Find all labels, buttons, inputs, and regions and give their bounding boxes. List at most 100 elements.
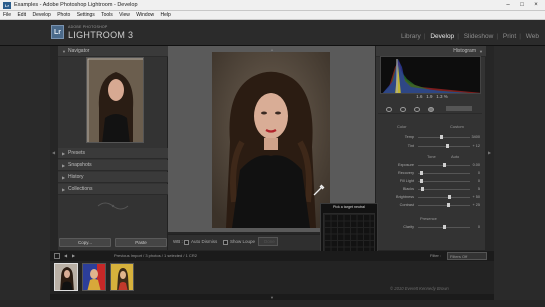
- slider-knob[interactable]: [443, 163, 446, 167]
- show-loupe-checkbox[interactable]: [223, 240, 228, 245]
- slider-knob[interactable]: [440, 135, 444, 139]
- done-button[interactable]: Done: [264, 239, 275, 244]
- slider-knob[interactable]: [419, 179, 423, 183]
- menu-edit[interactable]: Edit: [17, 12, 26, 18]
- top-panel-toggle-icon[interactable]: ▲: [270, 47, 274, 52]
- slider-temp[interactable]: Temp 3400: [378, 134, 482, 140]
- histo-value-3: 1.3: [436, 94, 443, 99]
- menu-photo[interactable]: Photo: [57, 12, 70, 18]
- module-library[interactable]: Library: [401, 33, 421, 40]
- slider-label: Blacks: [402, 187, 414, 191]
- slider-track[interactable]: [418, 181, 470, 182]
- slider-track[interactable]: [418, 189, 470, 190]
- paste-settings-button[interactable]: Paste: [115, 238, 167, 247]
- main-photo[interactable]: [212, 52, 330, 228]
- slider-track[interactable]: [418, 137, 470, 138]
- filmstrip-toggle-icon[interactable]: ▼: [270, 295, 274, 300]
- history-header[interactable]: ▶ History: [58, 172, 168, 183]
- slider-value[interactable]: 3400: [466, 134, 480, 140]
- slider-tint[interactable]: Tint + 12: [378, 143, 482, 149]
- module-print[interactable]: Print: [503, 33, 516, 40]
- slider-knob[interactable]: [421, 187, 425, 191]
- module-slideshow[interactable]: Slideshow: [464, 33, 494, 40]
- menu-file[interactable]: File: [3, 12, 11, 18]
- histogram-graph[interactable]: [380, 56, 481, 94]
- collections-label: Collections: [68, 186, 93, 192]
- slider-blacks[interactable]: Blacks 5: [378, 186, 482, 192]
- right-margin: [494, 46, 545, 300]
- close-button[interactable]: ×: [529, 1, 543, 10]
- menu-settings[interactable]: Settings: [77, 12, 95, 18]
- slider-recovery[interactable]: Recovery 0: [378, 170, 482, 176]
- slider-value[interactable]: 0: [466, 170, 480, 176]
- slider-knob[interactable]: [447, 203, 451, 207]
- menu-develop[interactable]: Develop: [32, 12, 50, 18]
- collapse-triangle-icon: ▼: [62, 49, 66, 54]
- collections-header[interactable]: ▶ Collections: [58, 184, 168, 195]
- menu-window[interactable]: Window: [136, 12, 154, 18]
- left-panel-toggle-icon[interactable]: ◀: [52, 150, 55, 155]
- slider-knob[interactable]: [443, 225, 446, 229]
- forward-arrow-icon[interactable]: ▶: [72, 251, 75, 261]
- right-panel-toggle-icon[interactable]: ▶: [488, 150, 491, 155]
- slider-value[interactable]: 5: [466, 186, 480, 192]
- adjustment-brush-icon[interactable]: [446, 106, 472, 111]
- slider-brightness[interactable]: Brightness + 50: [378, 194, 482, 200]
- copy-settings-button[interactable]: Copy...: [59, 238, 111, 247]
- slider-track[interactable]: [418, 205, 470, 206]
- slider-knob[interactable]: [448, 195, 452, 199]
- slider-value[interactable]: 0: [466, 178, 480, 184]
- filmstrip-thumbnail[interactable]: [110, 263, 134, 291]
- module-web[interactable]: Web: [526, 33, 539, 40]
- lightroom-window: Lr Examples - Adobe Photoshop Lightroom …: [0, 0, 545, 307]
- auto-dismiss-label: Auto Dismiss: [191, 239, 218, 244]
- profile-select[interactable]: Custom: [450, 124, 464, 129]
- slider-exposure[interactable]: Exposure 0.00: [378, 162, 482, 168]
- slider-value[interactable]: 0: [466, 224, 480, 230]
- menu-tools[interactable]: Tools: [101, 12, 113, 18]
- slider-track[interactable]: [418, 173, 470, 174]
- slider-value[interactable]: + 25: [466, 202, 481, 208]
- menu-view[interactable]: View: [119, 12, 130, 18]
- snapshots-header[interactable]: ▶ Snapshots: [58, 160, 168, 171]
- auto-tone-button[interactable]: Auto: [451, 154, 459, 159]
- navigator-preview[interactable]: [86, 57, 144, 143]
- treatment-color[interactable]: Color: [397, 124, 407, 129]
- slider-value[interactable]: + 50: [466, 194, 481, 200]
- back-arrow-icon[interactable]: ◀: [64, 251, 67, 261]
- slider-label: Clarity: [403, 225, 414, 229]
- graduated-filter-icon[interactable]: [428, 107, 434, 112]
- title-bar: Lr Examples - Adobe Photoshop Lightroom …: [0, 0, 545, 11]
- panel-end-ornament-icon: [97, 202, 129, 210]
- menu-help[interactable]: Help: [160, 12, 170, 18]
- slider-value[interactable]: + 12: [466, 143, 481, 149]
- filmstrip-thumbnail[interactable]: [54, 263, 78, 291]
- filter-select[interactable]: Filters Off: [447, 252, 487, 260]
- slider-fill-light[interactable]: Fill Light 0: [378, 178, 482, 184]
- grid-view-icon[interactable]: [54, 253, 60, 259]
- loupe-title: Pick a target neutral: [333, 205, 365, 209]
- slider-value[interactable]: 0.00: [466, 162, 480, 168]
- red-eye-icon[interactable]: [414, 107, 420, 112]
- slider-label: Temp: [404, 135, 414, 139]
- minimize-button[interactable]: –: [501, 1, 515, 10]
- slider-knob[interactable]: [419, 171, 423, 175]
- slider-knob[interactable]: [445, 144, 449, 148]
- slider-clarity[interactable]: Clarity 0: [378, 224, 482, 230]
- module-develop[interactable]: Develop: [430, 33, 454, 40]
- filmstrip-source[interactable]: Previous Import / 3 photos / 1 selected …: [114, 251, 197, 261]
- navigator-header[interactable]: ▼ Navigator: [58, 46, 168, 57]
- crop-tool-icon[interactable]: [386, 107, 392, 112]
- auto-dismiss-checkbox[interactable]: [184, 240, 189, 245]
- slider-track[interactable]: [418, 197, 470, 198]
- slider-track[interactable]: [418, 146, 470, 147]
- slider-contrast[interactable]: Contrast + 25: [378, 202, 482, 208]
- expand-triangle-icon: ▶: [62, 187, 66, 192]
- snapshots-label: Snapshots: [68, 162, 92, 168]
- slider-label: Fill Light: [399, 179, 414, 183]
- presets-header[interactable]: ▶ Presets: [58, 148, 168, 159]
- module-picker: Library | Develop | Slideshow | Print | Web: [400, 33, 539, 40]
- spot-removal-icon[interactable]: [400, 107, 406, 112]
- filmstrip-thumbnail[interactable]: [82, 263, 106, 291]
- maximize-button[interactable]: □: [515, 1, 529, 10]
